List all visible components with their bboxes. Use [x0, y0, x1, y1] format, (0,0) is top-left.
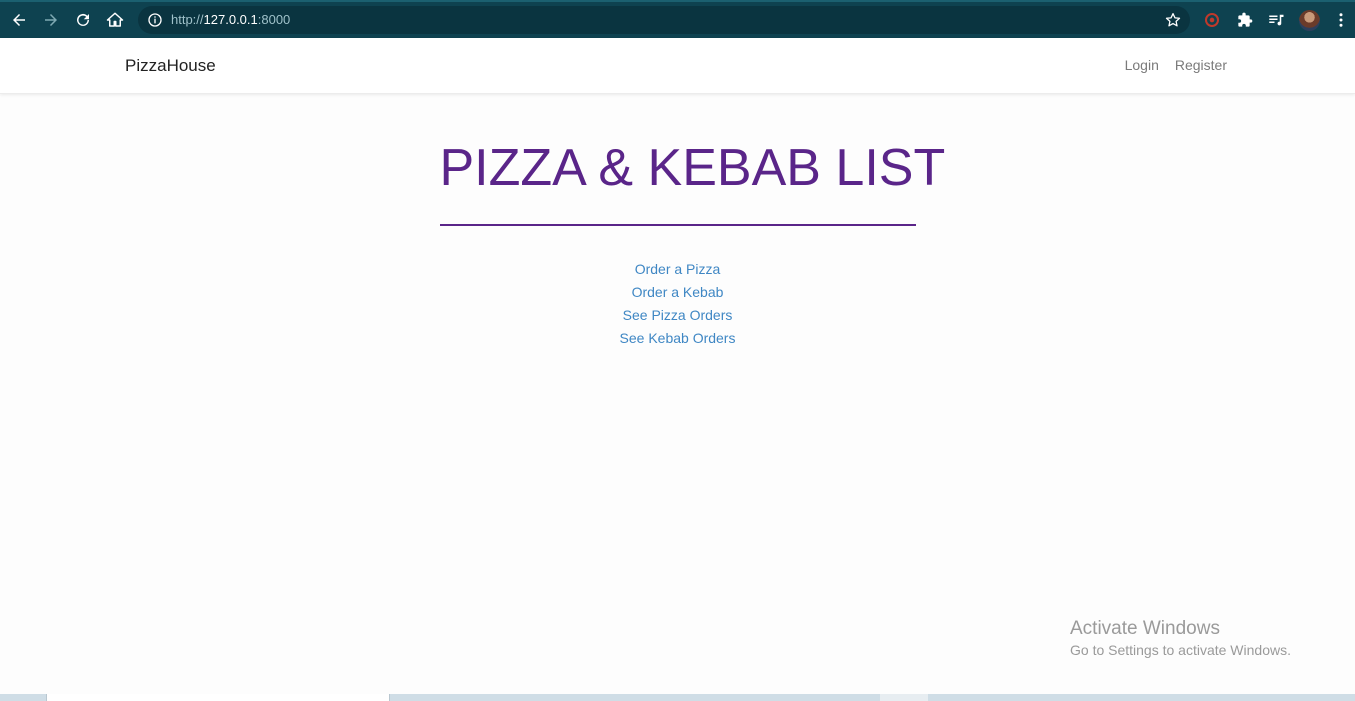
- url-host: 127.0.0.1: [203, 12, 258, 27]
- order-kebab-link[interactable]: Order a Kebab: [632, 283, 724, 301]
- menu-button[interactable]: [1332, 11, 1350, 29]
- page-title: PIZZA & KEBAB LIST: [439, 139, 946, 197]
- home-icon: [106, 12, 124, 27]
- watermark-title: Activate Windows: [1070, 618, 1220, 639]
- taskbar-search-box[interactable]: [46, 694, 390, 701]
- back-arrow-icon: [13, 14, 25, 26]
- reload-button[interactable]: [71, 8, 95, 32]
- kebab-menu-icon: [1339, 13, 1343, 27]
- info-icon[interactable]: [147, 12, 163, 28]
- media-button[interactable]: [1267, 11, 1285, 29]
- extensions-button[interactable]: [1236, 11, 1254, 29]
- puzzle-icon: [1238, 12, 1253, 27]
- home-button[interactable]: [103, 8, 127, 32]
- url-scheme: http://: [171, 12, 204, 27]
- forward-button[interactable]: [39, 8, 63, 32]
- url-text[interactable]: http://127.0.0.1:8000: [171, 12, 290, 27]
- brand-link[interactable]: PizzaHouse: [125, 56, 216, 76]
- reload-icon: [77, 13, 89, 26]
- watermark-subtitle: Go to Settings to activate Windows.: [1070, 642, 1291, 658]
- taskbar-edge: [0, 694, 1355, 701]
- see-pizza-orders-link[interactable]: See Pizza Orders: [623, 306, 733, 324]
- media-queue-icon: [1269, 14, 1284, 26]
- site-navbar: PizzaHouse Login Register: [0, 38, 1355, 94]
- auth-links: Login Register: [1125, 57, 1227, 73]
- browser-toolbar: http://127.0.0.1:8000: [0, 0, 1355, 38]
- see-kebab-orders-link[interactable]: See Kebab Orders: [620, 329, 736, 347]
- extension-icon: [1205, 13, 1219, 27]
- extension-button[interactable]: [1203, 11, 1221, 29]
- taskbar-item[interactable]: [880, 694, 928, 701]
- back-button[interactable]: [7, 8, 31, 32]
- forward-arrow-icon: [45, 14, 57, 26]
- title-divider: [439, 224, 916, 226]
- url-port: :8000: [257, 12, 291, 27]
- star-icon[interactable]: [1164, 11, 1182, 29]
- activation-watermark: Activate Windows Go to Settings to activ…: [1070, 618, 1291, 658]
- avatar[interactable]: [1299, 10, 1320, 31]
- action-links: Order a Pizza Order a Kebab See Pizza Or…: [0, 260, 1355, 347]
- main-content: PIZZA & KEBAB LIST Order a Pizza Order a…: [0, 94, 1355, 347]
- address-bar[interactable]: http://127.0.0.1:8000: [138, 6, 1190, 34]
- register-link[interactable]: Register: [1175, 57, 1227, 73]
- login-link[interactable]: Login: [1125, 57, 1159, 73]
- order-pizza-link[interactable]: Order a Pizza: [635, 260, 721, 278]
